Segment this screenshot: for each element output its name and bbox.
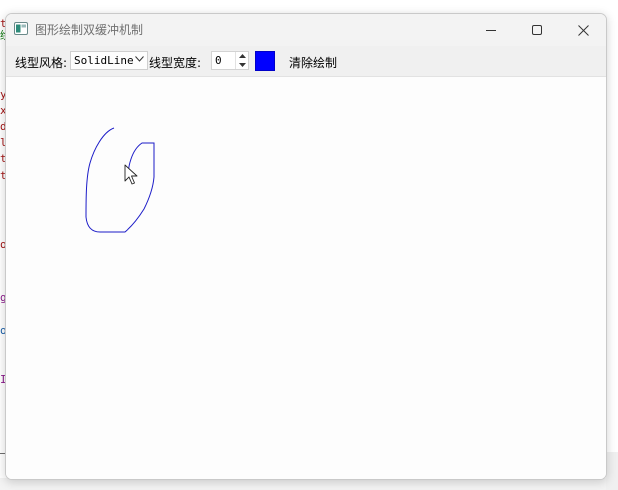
toolbar: 线型风格: SolidLine 线型宽度: 0 清除绘制: [6, 46, 606, 77]
spin-buttons: [235, 52, 248, 69]
drawing-surface: [85, 127, 155, 233]
arrow-down-icon: [238, 63, 246, 67]
close-icon: [577, 24, 589, 36]
window-title: 图形绘制双缓冲机制: [35, 23, 144, 37]
pen-color-button[interactable]: [255, 51, 275, 71]
line-style-label: 线型风格:: [15, 56, 68, 70]
line-style-value: SolidLine: [74, 54, 134, 67]
spin-down-button[interactable]: [236, 61, 248, 69]
mouse-cursor-icon: [124, 164, 138, 185]
title-bar[interactable]: 图形绘制双缓冲机制: [6, 14, 606, 46]
line-width-spinbox[interactable]: 0: [211, 51, 249, 70]
minimize-icon: [486, 30, 496, 31]
background-corner: [606, 452, 618, 490]
maximize-icon: [532, 25, 542, 35]
spin-up-button[interactable]: [236, 52, 248, 60]
app-icon: [14, 22, 28, 35]
drawn-stroke: [85, 127, 155, 233]
line-width-label: 线型宽度:: [149, 56, 202, 70]
drawing-canvas[interactable]: [6, 77, 606, 479]
line-style-select[interactable]: SolidLine: [70, 51, 148, 70]
close-button[interactable]: [560, 14, 606, 46]
chevron-down-icon: [135, 56, 144, 62]
arrow-up-icon: [238, 54, 246, 58]
clear-drawing-button[interactable]: 清除绘制: [289, 54, 337, 71]
line-width-value: 0: [215, 54, 222, 67]
app-window: 图形绘制双缓冲机制 线型风格: SolidLine 线型宽度: 0 清除绘制: [5, 13, 607, 480]
minimize-button[interactable]: [468, 14, 514, 46]
maximize-button[interactable]: [514, 14, 560, 46]
